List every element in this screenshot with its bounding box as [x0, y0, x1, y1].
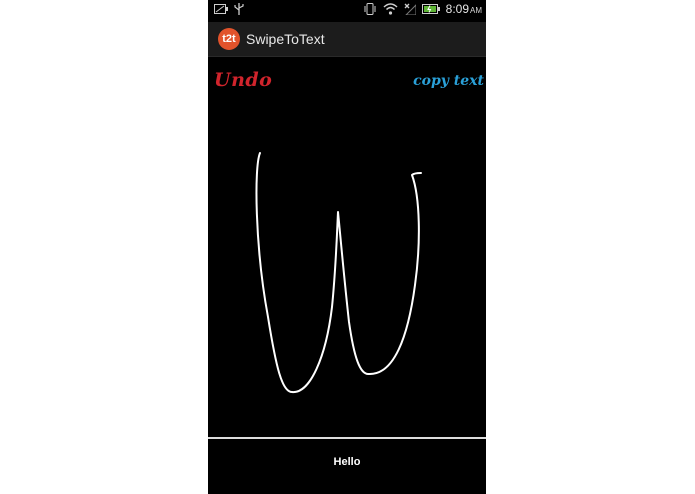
vibrate-icon	[364, 3, 376, 15]
undo-button[interactable]: Undo	[214, 69, 272, 91]
result-panel: Hello	[208, 439, 486, 494]
action-bar: t2t SwipeToText	[208, 22, 486, 57]
handwritten-stroke	[255, 152, 422, 394]
battery-charging-icon	[421, 4, 440, 14]
status-time: 8:09	[445, 2, 469, 16]
usb-icon	[234, 3, 244, 15]
clock: 8:09AM	[446, 2, 482, 16]
drawing-canvas[interactable]: Undo copy text	[208, 57, 486, 437]
battery-saver-icon	[214, 4, 228, 14]
wifi-icon	[383, 3, 398, 15]
copy-text-button[interactable]: copy text	[413, 73, 484, 89]
status-ampm: AM	[470, 6, 482, 15]
app-title: SwipeToText	[246, 31, 325, 47]
recognized-text: Hello	[333, 456, 361, 468]
phone-screen: 8:09AM t2t SwipeToText Undo copy text He…	[208, 0, 486, 494]
app-icon[interactable]: t2t	[218, 28, 240, 50]
status-bar: 8:09AM	[208, 0, 486, 20]
no-signal-icon	[404, 3, 416, 15]
